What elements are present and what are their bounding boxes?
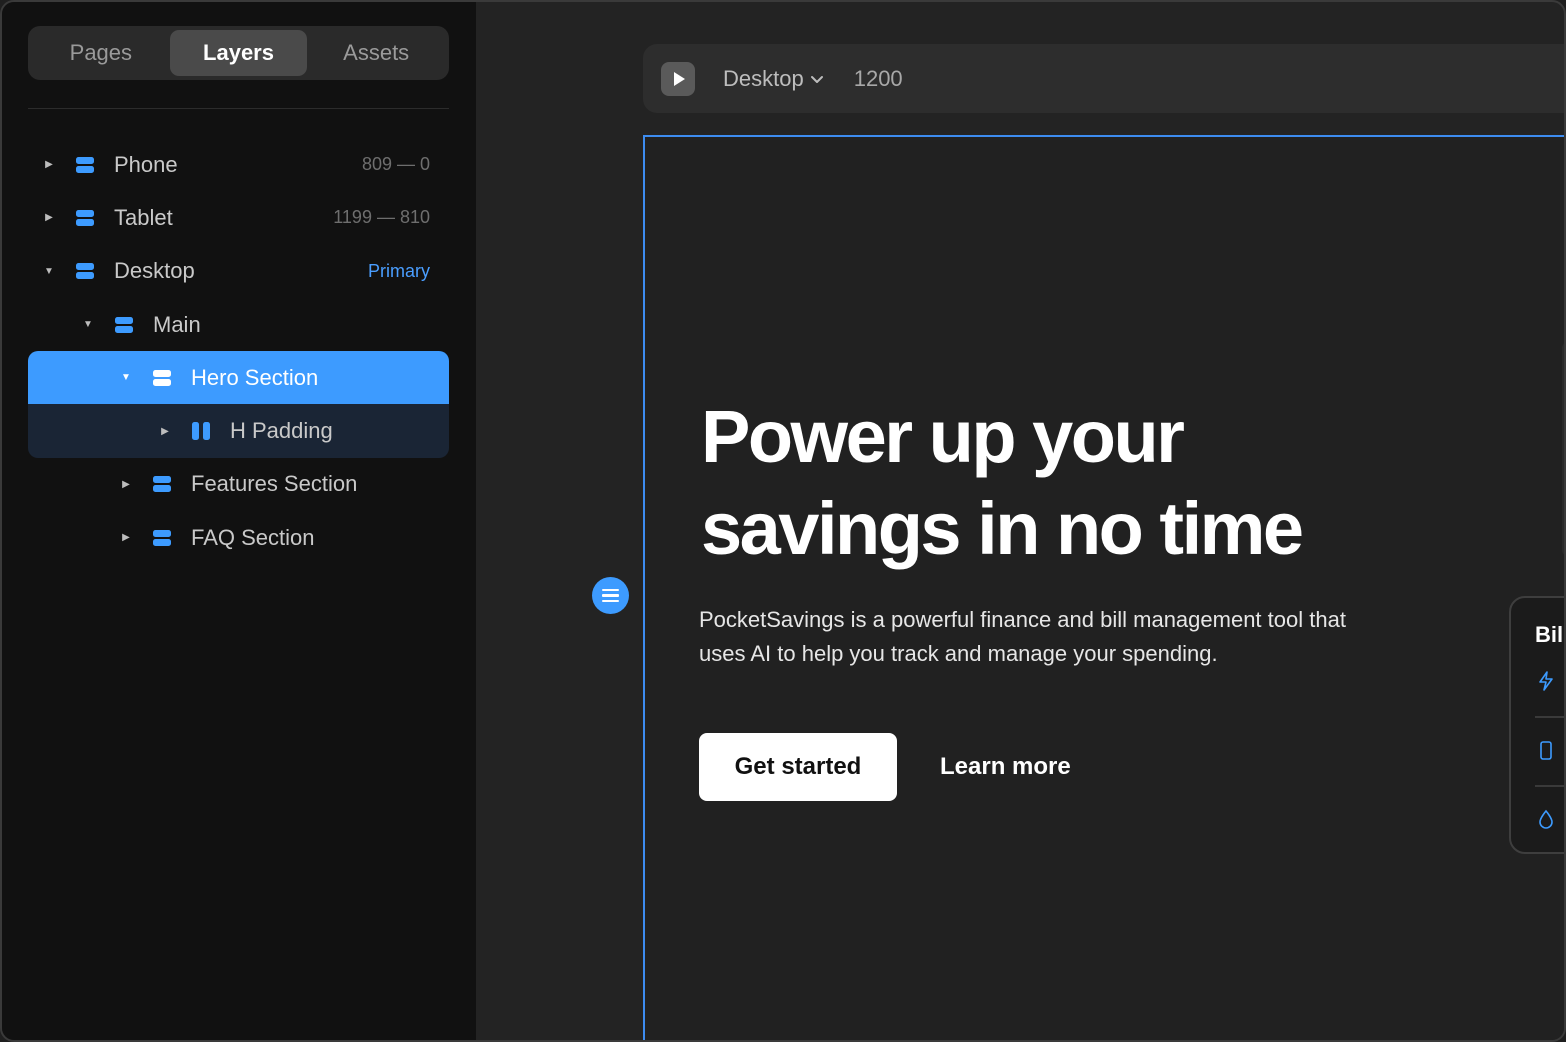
scroll-edge [1562,342,1564,556]
water-drop-icon [1539,809,1553,829]
stack-layout-icon [76,263,94,280]
layer-main[interactable]: ▼ Main [28,298,449,351]
layer-tablet[interactable]: ▶ Tablet 1199 — 810 [28,191,449,244]
stack-layout-icon [153,369,171,386]
hero-heading-line-2: savings in no time [701,487,1304,570]
caret-right-icon[interactable]: ▶ [156,426,174,437]
hero-subtitle-line-2: uses AI to help you track and manage you… [699,641,1218,666]
app-window: Pages Layers Assets ▶ Phone 809 — 0 ▶ Ta… [0,0,1566,1042]
layer-tree: ▶ Phone 809 — 0 ▶ Tablet 1199 — 810 ▼ De… [28,138,449,564]
breakpoint-range: 1199 — 810 [333,207,430,228]
caret-down-icon[interactable]: ▼ [79,319,97,330]
canvas-toolbar: Desktop 1200 [643,44,1564,113]
layer-desktop[interactable]: ▼ Desktop Primary [28,245,449,298]
layer-label: Main [153,311,201,337]
breakpoint-label: Desktop [723,65,804,91]
layer-phone[interactable]: ▶ Phone 809 — 0 [28,138,449,191]
canvas-width[interactable]: 1200 [854,66,903,92]
layer-label: Hero Section [191,364,319,390]
canvas-frame-selected[interactable]: Power up your savings in no time PocketS… [643,135,1564,1040]
stack-layout-icon [76,156,94,173]
layer-hero-section[interactable]: ▼ Hero Section [28,351,449,405]
primary-badge: Primary [368,260,430,281]
caret-right-icon[interactable]: ▶ [40,159,58,170]
hero-subtitle[interactable]: PocketSavings is a powerful finance and … [699,603,1399,671]
get-started-button[interactable]: Get started [699,733,897,801]
phone-icon [1540,741,1552,760]
hero-subtitle-line-1: PocketSavings is a powerful finance and … [699,607,1346,632]
stack-layout-icon [153,529,171,546]
layer-faq-section[interactable]: ▶ FAQ Section [28,511,449,564]
layer-h-padding[interactable]: ▶ H Padding [28,404,449,458]
layer-features-section[interactable]: ▶ Features Section [28,458,449,511]
hero-heading-line-1: Power up your [701,395,1185,478]
stack-layout-icon [115,316,133,333]
play-icon [674,71,685,86]
tab-pages[interactable]: Pages [32,30,170,76]
layer-label: FAQ Section [191,524,315,550]
breakpoint-dropdown[interactable]: Desktop [723,66,824,92]
bill-card-title: Bill [1535,622,1566,647]
stack-layout-icon [76,209,94,226]
bill-divider [1535,785,1564,787]
layer-label: Desktop [114,258,195,284]
caret-right-icon[interactable]: ▶ [117,532,135,543]
columns-layout-icon [192,422,210,441]
caret-right-icon[interactable]: ▶ [40,212,58,223]
sidebar-tabs: Pages Layers Assets [28,26,449,80]
section-menu-handle[interactable] [592,577,629,614]
hero-heading[interactable]: Power up your savings in no time [701,391,1401,575]
preview-button[interactable] [661,61,695,96]
sidebar-divider [28,108,449,109]
bill-card[interactable]: Bill [1509,596,1566,854]
layer-label: Features Section [191,471,358,497]
tab-assets[interactable]: Assets [307,30,445,76]
layer-label: H Padding [230,418,333,444]
caret-down-icon[interactable]: ▼ [117,372,135,383]
learn-more-link[interactable]: Learn more [940,733,1071,801]
layers-sidebar: Pages Layers Assets ▶ Phone 809 — 0 ▶ Ta… [2,2,476,1040]
layer-label: Phone [114,151,178,177]
chevron-down-icon [810,75,823,83]
lightning-icon [1539,671,1553,691]
caret-down-icon[interactable]: ▼ [40,266,58,277]
stack-layout-icon [153,476,171,493]
tab-layers[interactable]: Layers [169,30,308,76]
layer-label: Tablet [114,204,173,230]
bill-divider [1535,716,1564,718]
breakpoint-range: 809 — 0 [361,154,430,175]
caret-right-icon[interactable]: ▶ [117,479,135,490]
